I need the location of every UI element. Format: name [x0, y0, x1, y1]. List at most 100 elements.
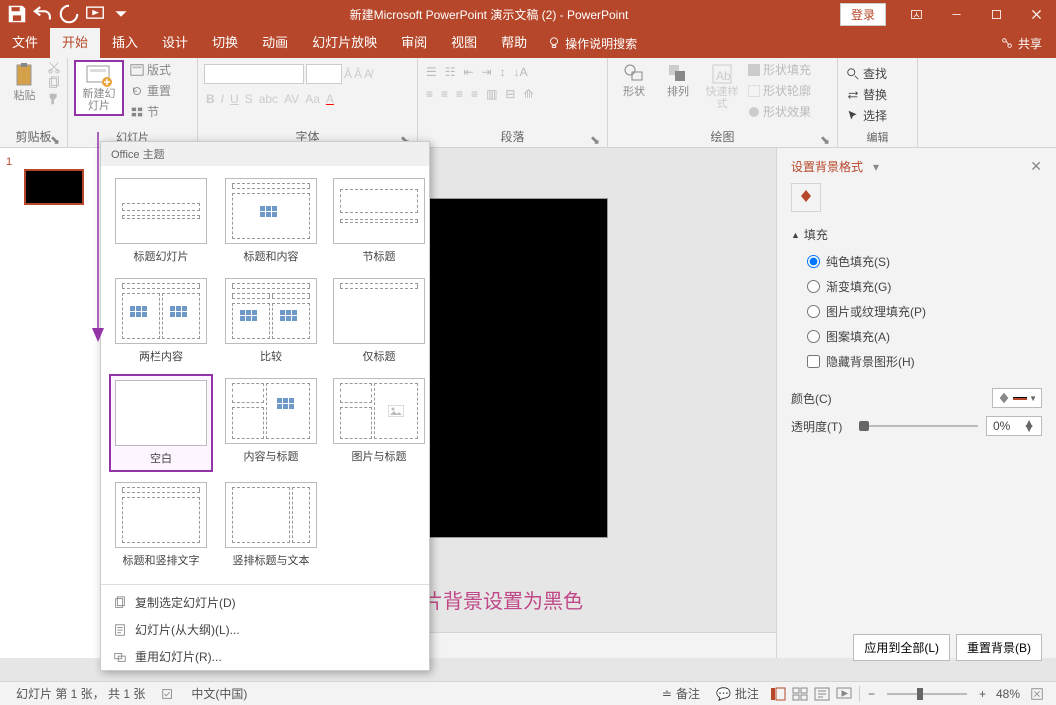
layout-title-content[interactable]: 标题和内容: [221, 174, 321, 268]
line-spacing-icon[interactable]: ↕: [500, 65, 506, 79]
decrease-font-icon[interactable]: Ǎ: [354, 67, 362, 81]
slide-thumbnail[interactable]: [24, 169, 84, 205]
layout-button[interactable]: 版式: [128, 60, 173, 79]
layout-two-content[interactable]: 两栏内容: [109, 274, 213, 368]
share-button[interactable]: 共享: [986, 35, 1056, 52]
tab-animations[interactable]: 动画: [250, 28, 300, 58]
align-center-icon[interactable]: ≡: [441, 87, 448, 101]
layout-title-vertical-text[interactable]: 标题和竖排文字: [109, 478, 213, 572]
tab-design[interactable]: 设计: [150, 28, 200, 58]
transparency-value[interactable]: 0%▲▼: [986, 416, 1042, 436]
tell-me-search[interactable]: 操作说明搜索: [539, 35, 645, 52]
save-icon[interactable]: [6, 3, 28, 25]
close-icon[interactable]: [1016, 0, 1056, 28]
columns-icon[interactable]: ▥: [486, 87, 497, 101]
smartart-icon[interactable]: ⟰: [523, 87, 533, 101]
reuse-slides-action[interactable]: 重用幻灯片(R)...: [101, 643, 429, 670]
section-button[interactable]: 节: [128, 102, 173, 121]
strike-icon[interactable]: S: [245, 92, 253, 106]
align-right-icon[interactable]: ≡: [456, 87, 463, 101]
reset-bg-button[interactable]: 重置背景(B): [956, 634, 1042, 661]
find-button[interactable]: 查找: [844, 64, 889, 83]
cut-icon[interactable]: [47, 60, 61, 74]
radio-gradient-fill[interactable]: 渐变填充(G): [807, 278, 1042, 295]
tab-transitions[interactable]: 切换: [200, 28, 250, 58]
pane-dropdown-icon[interactable]: ▾: [873, 160, 879, 174]
fill-tab-icon[interactable]: [791, 183, 821, 212]
dialog-launcher-icon[interactable]: ⬊: [589, 133, 601, 145]
transparency-slider[interactable]: [859, 425, 978, 427]
new-slide-button[interactable]: 新建幻灯片: [74, 60, 124, 116]
layout-title-only[interactable]: 仅标题: [329, 274, 429, 368]
quickstyles-button[interactable]: Ab快速样式: [702, 60, 742, 112]
spell-check-icon[interactable]: [153, 687, 183, 701]
tab-help[interactable]: 帮助: [489, 28, 539, 58]
maximize-icon[interactable]: [976, 0, 1016, 28]
format-painter-icon[interactable]: [47, 92, 61, 106]
indent-dec-icon[interactable]: ⇤: [464, 65, 474, 79]
italic-icon[interactable]: I: [221, 92, 224, 106]
justify-icon[interactable]: ≡: [471, 87, 478, 101]
case-icon[interactable]: Aa: [305, 92, 320, 106]
reading-view-icon[interactable]: [811, 684, 833, 704]
paste-button[interactable]: 粘贴: [6, 60, 43, 104]
align-text-icon[interactable]: ⊟: [505, 87, 515, 101]
layout-content-caption[interactable]: 内容与标题: [221, 374, 321, 472]
undo-icon[interactable]: [32, 3, 54, 25]
slides-from-outline-action[interactable]: 幻灯片(从大纲)(L)...: [101, 616, 429, 643]
indent-inc-icon[interactable]: ⇥: [482, 65, 492, 79]
fit-window-icon[interactable]: [1026, 684, 1048, 704]
bullets-icon[interactable]: ☰: [426, 65, 437, 79]
duplicate-slide-action[interactable]: 复制选定幻灯片(D): [101, 589, 429, 616]
qat-more-icon[interactable]: [110, 3, 132, 25]
layout-picture-caption[interactable]: 图片与标题: [329, 374, 429, 472]
radio-solid-fill[interactable]: 纯色填充(S): [807, 253, 1042, 270]
redo-icon[interactable]: [58, 3, 80, 25]
pane-close-icon[interactable]: ✕: [1030, 158, 1042, 175]
layout-comparison[interactable]: 比较: [221, 274, 321, 368]
reset-button[interactable]: 重置: [128, 81, 173, 100]
shape-outline-button[interactable]: 形状轮廓: [746, 81, 813, 100]
shape-effects-button[interactable]: 形状效果: [746, 102, 813, 121]
zoom-in-icon[interactable]: +: [975, 687, 990, 701]
sorter-view-icon[interactable]: [789, 684, 811, 704]
tab-insert[interactable]: 插入: [100, 28, 150, 58]
tab-slideshow[interactable]: 幻灯片放映: [300, 28, 389, 58]
ribbon-options-icon[interactable]: [896, 0, 936, 28]
radio-picture-fill[interactable]: 图片或纹理填充(P): [807, 303, 1042, 320]
underline-icon[interactable]: U: [230, 92, 239, 106]
normal-view-icon[interactable]: [767, 684, 789, 704]
increase-font-icon[interactable]: Â: [344, 67, 352, 81]
start-slideshow-icon[interactable]: [84, 3, 106, 25]
text-dir-icon[interactable]: ↓A: [514, 65, 528, 79]
numbering-icon[interactable]: ☷: [445, 65, 456, 79]
layout-vertical-title-text[interactable]: 竖排标题与文本: [221, 478, 321, 572]
slide-thumbnail-panel[interactable]: 1: [0, 148, 110, 658]
select-button[interactable]: 选择: [844, 106, 889, 125]
dialog-launcher-icon[interactable]: ⬊: [819, 133, 831, 145]
notes-toggle[interactable]: ≐备注: [654, 685, 708, 702]
slide-count[interactable]: 幻灯片 第 1 张， 共 1 张: [8, 685, 153, 702]
font-color-icon[interactable]: A: [326, 92, 334, 106]
tab-file[interactable]: 文件: [0, 28, 50, 58]
zoom-slider[interactable]: [887, 693, 967, 695]
checkbox-hide-bg[interactable]: 隐藏背景图形(H): [807, 353, 1042, 370]
comments-toggle[interactable]: 💬批注: [708, 685, 767, 702]
zoom-value[interactable]: 48%: [990, 687, 1026, 701]
shapes-button[interactable]: 形状: [614, 60, 654, 100]
tab-review[interactable]: 审阅: [389, 28, 439, 58]
tab-home[interactable]: 开始: [50, 28, 100, 58]
minimize-icon[interactable]: [936, 0, 976, 28]
radio-pattern-fill[interactable]: 图案填充(A): [807, 328, 1042, 345]
layout-section-header[interactable]: 节标题: [329, 174, 429, 268]
copy-icon[interactable]: [47, 76, 61, 90]
shape-fill-button[interactable]: 形状填充: [746, 60, 813, 79]
fill-section-header[interactable]: ▲填充: [791, 226, 1042, 243]
tab-view[interactable]: 视图: [439, 28, 489, 58]
zoom-out-icon[interactable]: −: [864, 687, 879, 701]
font-size-input[interactable]: [306, 64, 342, 84]
apply-all-button[interactable]: 应用到全部(L): [853, 634, 950, 661]
font-family-input[interactable]: [204, 64, 304, 84]
layout-title-slide[interactable]: 标题幻灯片: [109, 174, 213, 268]
align-left-icon[interactable]: ≡: [426, 87, 433, 101]
